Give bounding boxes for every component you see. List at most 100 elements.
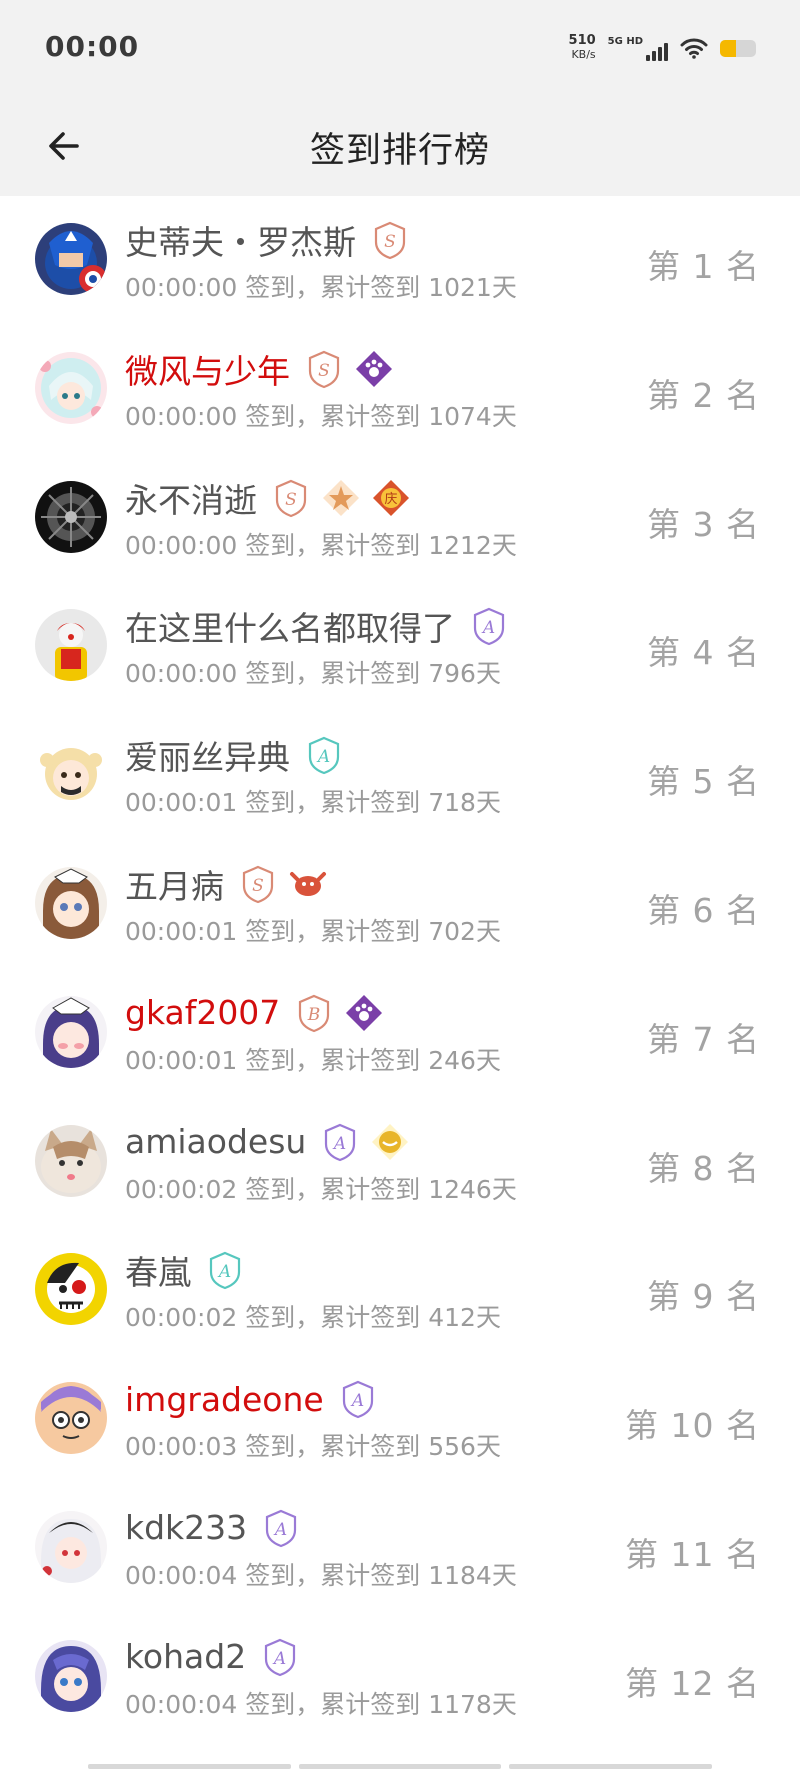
username[interactable]: 史蒂夫・罗杰斯 [125,216,356,264]
avatar[interactable] [35,1124,107,1197]
svg-text:A: A [273,1520,287,1540]
svg-text:A: A [350,1391,364,1411]
signin-time: 00:00:02 [125,1303,238,1333]
days-unit: 天 [491,1560,517,1590]
badge-group: A [205,1250,245,1290]
svg-text:A: A [272,1649,286,1669]
avatar[interactable] [35,1382,107,1455]
signin-detail: 00:00:00 签到，累计签到 1074天 [125,397,517,433]
rank-suffix: 名 [726,633,760,673]
signin-detail: 00:00:00 签到，累计签到 1212天 [125,526,517,562]
badge-group: A [261,1508,301,1548]
status-icons: 510 KB/s 5G HD [569,30,756,66]
username[interactable]: 春嵐 [125,1246,191,1294]
signin-label: 签到， [245,1045,321,1075]
name-line: gkaf2007 B [125,991,384,1035]
days-unit: 天 [475,788,501,818]
ranking-row[interactable]: 永不消逝 S 庆 00:00:00 签到，累计签到 1212天第 3 名 [0,454,800,583]
signin-time: 00:00:01 [125,916,238,946]
username[interactable]: kohad2 [125,1637,246,1676]
signin-label: 签到， [245,1689,321,1719]
username[interactable]: 五月病 [125,860,224,908]
username[interactable]: 微风与少年 [125,345,290,393]
username[interactable]: gkaf2007 [125,993,280,1032]
rank-prefix: 第 [647,890,681,930]
signin-detail: 00:00:01 签到，累计签到 702天 [125,912,501,948]
days-unit: 天 [475,916,501,946]
days-unit: 天 [475,659,501,689]
ranking-row[interactable]: kdk233 A 00:00:04 签到，累计签到 1184天 第 11 名 [0,1484,800,1613]
badge-group: B [294,993,384,1033]
ranking-row[interactable]: 史蒂夫・罗杰斯 S 00:00:00 签到，累计签到 1021天 第 1 名 [0,196,800,325]
rank-suffix: 名 [726,375,760,415]
rank-label: 第 4 名 [647,626,760,674]
avatar[interactable] [35,995,107,1068]
signin-label: 签到， [245,788,321,818]
badge-group: S [370,220,410,260]
rank-prefix: 第 [647,375,681,415]
status-time: 00:00 [45,30,140,63]
svg-text:A: A [481,618,495,638]
ranking-row[interactable]: kohad2 A 00:00:04 签到，累计签到 1178天 第 12 名 [0,1613,800,1742]
signin-label: 签到， [245,659,321,689]
username[interactable]: amiaodesu [125,1122,306,1161]
rank-number: 1 [692,247,715,286]
rank-suffix: 名 [726,1406,760,1446]
rank-suffix: 名 [726,1148,760,1188]
signin-label: 签到， [245,1432,321,1462]
badge-a-icon: A [338,1379,378,1419]
avatar[interactable] [35,480,107,553]
name-line: 爱丽丝异典 A [125,733,344,777]
ranking-row[interactable]: 在这里什么名都取得了 A 00:00:00 签到，累计签到 796天 第 4 名 [0,582,800,711]
username[interactable]: 爱丽丝异典 [125,731,290,779]
ranking-row[interactable]: 爱丽丝异典 A 00:00:01 签到，累计签到 718天 第 5 名 [0,711,800,840]
badge-group: A [304,735,344,775]
username[interactable]: 永不消逝 [125,474,257,522]
badge-crab-icon [288,864,328,904]
rank-label: 第 9 名 [647,1270,760,1318]
total-days: 718 [428,788,476,818]
signin-label: 签到， [245,1303,321,1333]
network-speed-value: 510 [568,33,596,48]
rank-suffix: 名 [726,1019,760,1059]
avatar[interactable] [35,351,107,424]
ranking-row[interactable]: 五月病 S 00:00:01 签到，累计签到 702天 第 6 名 [0,840,800,969]
avatar[interactable] [35,1639,107,1712]
total-days: 1178 [428,1689,492,1719]
avatar[interactable] [35,1510,107,1583]
username[interactable]: kdk233 [125,1508,247,1547]
signin-label: 签到， [245,273,321,302]
ranking-row[interactable]: gkaf2007 B 00:00:01 签到，累计签到 246天 第 7 名 [0,969,800,1098]
rank-number: 6 [692,890,715,930]
signin-detail: 00:00:02 签到，累计签到 1246天 [125,1170,517,1206]
name-line: 春嵐 A [125,1248,245,1292]
ranking-row[interactable]: 微风与少年 S 00:00:00 签到，累计签到 1074天 第 2 名 [0,325,800,454]
badge-b-icon: B [294,993,334,1033]
avatar[interactable] [35,1253,107,1326]
signin-label: 签到， [245,1174,321,1204]
rank-label: 第 8 名 [647,1142,760,1190]
svg-text:S: S [252,876,264,896]
rank-number: 12 [670,1663,715,1703]
avatar[interactable] [35,866,107,939]
ranking-row[interactable]: 春嵐 A 00:00:02 签到，累计签到 412天 第 9 名 [0,1226,800,1355]
avatar[interactable] [35,738,107,811]
rank-prefix: 第 [647,504,681,544]
name-line: kdk233 A [125,1506,301,1550]
badge-group: A [320,1122,410,1162]
ranking-row[interactable]: imgradeone A 00:00:03 签到，累计签到 556天 第 10 名 [0,1355,800,1484]
signin-time: 00:00:04 [125,1689,238,1719]
signin-detail: 00:00:00 签到，累计签到 1021天 [125,268,517,304]
username[interactable]: imgradeone [125,1380,324,1419]
ranking-row[interactable]: amiaodesu A 00:00:02 签到，累计签到 1246天 第 8 名 [0,1098,800,1227]
svg-text:B: B [307,1005,321,1025]
days-unit: 天 [475,1432,501,1462]
total-label: 累计签到 [320,1689,421,1719]
avatar[interactable] [35,223,107,295]
total-days: 1074 [428,401,492,431]
avatar[interactable] [35,609,107,682]
badge-a-icon: A [304,735,344,775]
svg-text:A: A [316,747,330,767]
username[interactable]: 在这里什么名都取得了 [125,602,455,650]
total-days: 412 [428,1303,476,1333]
